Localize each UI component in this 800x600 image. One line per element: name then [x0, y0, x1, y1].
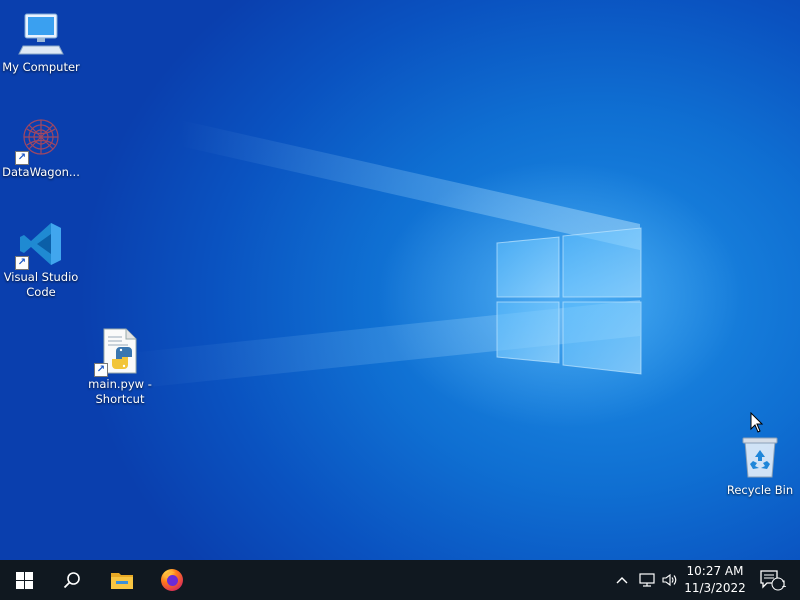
datawagon-icon: ↗	[15, 115, 65, 165]
taskbar: 10:27 AM 11/3/2022 1	[0, 560, 800, 600]
volume-button[interactable]	[659, 560, 681, 600]
desktop-icon-label: DataWagon...	[2, 165, 80, 179]
shortcut-arrow-icon: ↗	[15, 256, 29, 270]
notification-count-badge: 1	[781, 580, 787, 590]
windows-start-icon	[15, 571, 33, 589]
taskbar-clock[interactable]: 10:27 AM 11/3/2022	[680, 563, 750, 597]
desktop-icon-main-pyw[interactable]: ↗ main.pyw - Shortcut	[79, 327, 161, 407]
recycle-bin-icon	[736, 433, 784, 481]
chevron-up-icon	[616, 577, 628, 584]
network-icon	[639, 573, 655, 587]
network-button[interactable]	[636, 560, 658, 600]
taskbar-firefox[interactable]	[148, 560, 196, 600]
shortcut-arrow-icon: ↗	[94, 363, 108, 377]
file-explorer-icon	[111, 573, 133, 589]
mouse-cursor-icon	[750, 412, 764, 433]
desktop-icon-label: Recycle Bin	[726, 483, 794, 497]
desktop-icon-label: My Computer	[2, 60, 80, 74]
desktop-icon-label: main.pyw - Shortcut	[88, 377, 152, 406]
desktop-background: My Computer ↗ DataWagon... ↗ Visual Stud…	[0, 0, 800, 560]
search-icon	[63, 572, 80, 589]
show-hidden-icons-button[interactable]	[612, 560, 632, 600]
clock-date: 11/3/2022	[684, 581, 746, 595]
taskbar-file-explorer[interactable]	[98, 560, 146, 600]
desktop-icon-label: Visual Studio Code	[3, 270, 79, 299]
volume-icon	[662, 573, 677, 587]
start-button[interactable]	[0, 560, 48, 600]
desktop-icon-datawagon[interactable]: ↗ DataWagon...	[0, 115, 82, 180]
python-file-icon: ↗	[94, 327, 144, 377]
vscode-icon: ↗	[15, 220, 65, 270]
action-center-button[interactable]: 1	[752, 560, 792, 600]
computer-icon	[17, 10, 65, 58]
desktop-icon-recycle-bin[interactable]: Recycle Bin	[719, 433, 800, 498]
clock-time: 10:27 AM	[686, 564, 744, 578]
shortcut-arrow-icon: ↗	[15, 151, 29, 165]
windows-logo-wallpaper	[496, 227, 642, 375]
desktop-icon-vscode[interactable]: ↗ Visual Studio Code	[0, 220, 82, 300]
search-button[interactable]	[48, 560, 96, 600]
firefox-icon	[161, 569, 183, 591]
desktop-icon-my-computer[interactable]: My Computer	[0, 10, 82, 75]
